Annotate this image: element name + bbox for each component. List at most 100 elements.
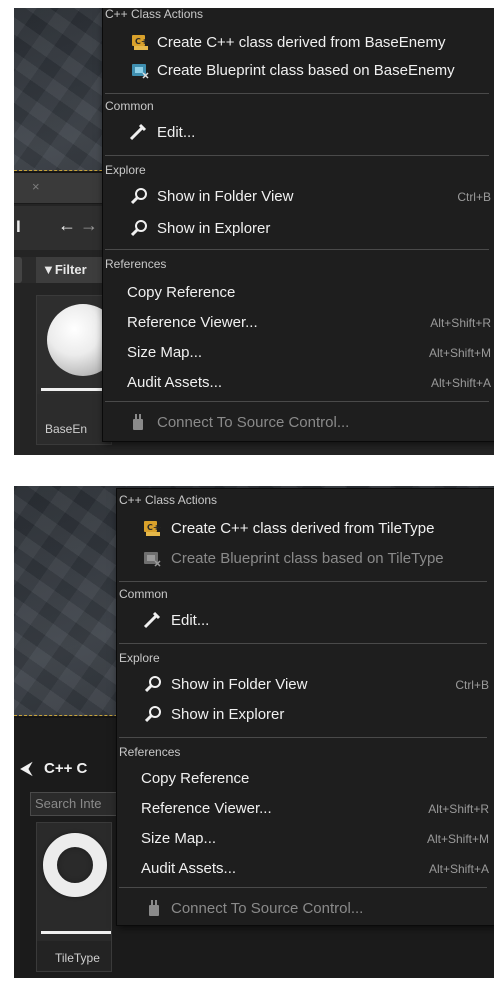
show-in-folder-view-shortcut: Ctrl+B: [455, 678, 489, 692]
reference-viewer-item[interactable]: Reference Viewer... Alt+Shift+R: [117, 797, 494, 821]
torus-thumbnail-icon: [43, 833, 107, 897]
screenshot-tile-type: ⮜ C++ C ‹ Search Inte TileType C++ Class…: [14, 486, 494, 978]
current-path[interactable]: C++ C: [44, 760, 87, 777]
show-in-explorer-item[interactable]: Show in Explorer: [117, 703, 494, 727]
show-in-folder-view-item[interactable]: Show in Folder View Ctrl+B: [117, 673, 494, 697]
size-map-shortcut: Alt+Shift+M: [426, 832, 489, 846]
connect-source-control-item[interactable]: Connect To Source Control...: [117, 897, 494, 921]
reference-viewer-shortcut: Alt+Shift+R: [428, 802, 489, 816]
audit-assets-label: Audit Assets...: [141, 860, 237, 877]
section-header-common: Common: [105, 99, 154, 113]
edit-item[interactable]: Edit...: [103, 121, 494, 145]
show-in-folder-view-item[interactable]: Show in Folder View Ctrl+B: [103, 185, 494, 209]
forward-arrow-icon[interactable]: →: [80, 215, 98, 236]
filter-bar-stub: [14, 257, 22, 283]
svg-text:C++: C++: [147, 523, 161, 532]
asset-type-bar: [41, 388, 111, 391]
cpp-class-icon: C++: [143, 519, 161, 537]
reference-viewer-label: Reference Viewer...: [141, 800, 272, 817]
create-cpp-class-item[interactable]: C++ Create C++ class derived from BaseEn…: [103, 31, 494, 55]
size-map-shortcut: Alt+Shift+M: [428, 346, 491, 360]
section-header-cpp: C++ Class Actions: [119, 493, 218, 507]
search-input[interactable]: Search Inte: [30, 792, 120, 816]
plug-icon: [129, 413, 147, 431]
edit-label: Edit...: [157, 124, 196, 141]
edit-icon: [129, 123, 147, 141]
menu-divider: [119, 643, 487, 644]
svg-text:C++: C++: [135, 37, 149, 46]
size-map-item[interactable]: Size Map... Alt+Shift+M: [117, 827, 494, 851]
section-header-explore: Explore: [119, 651, 160, 665]
audit-assets-item[interactable]: Audit Assets... Alt+Shift+A: [117, 857, 494, 881]
create-cpp-class-label: Create C++ class derived from TileType: [171, 520, 435, 537]
cpp-class-icon: C++: [131, 33, 149, 51]
reference-viewer-label: Reference Viewer...: [127, 314, 258, 331]
back-arrow-icon[interactable]: ←: [58, 215, 76, 236]
audit-assets-shortcut: Alt+Shift+A: [428, 862, 489, 876]
context-menu: C++ Class Actions C++ Create C++ class d…: [102, 8, 494, 442]
content-browser-toolbar: I ← →: [14, 206, 104, 250]
section-header-references: References: [105, 257, 167, 271]
context-menu: C++ Class Actions C++ Create C++ class d…: [116, 488, 494, 926]
menu-divider: [119, 887, 487, 888]
filter-bar: ▼Filter: [14, 257, 104, 283]
screenshot-base-enemy: × I ← → ▼Filter BaseEn C++ Class Actions…: [14, 8, 494, 455]
asset-type-bar: [41, 931, 111, 934]
show-in-explorer-label: Show in Explorer: [157, 220, 271, 237]
reference-viewer-item[interactable]: Reference Viewer... Alt+Shift+R: [103, 311, 494, 335]
plug-icon: [145, 899, 163, 917]
magnifier-icon: [145, 675, 163, 693]
section-header-explore: Explore: [105, 163, 146, 177]
menu-divider: [105, 401, 489, 402]
create-blueprint-class-label: Create Blueprint class based on BaseEnem…: [157, 62, 455, 79]
magnifier-icon: [131, 187, 149, 205]
menu-divider: [105, 155, 489, 156]
audit-assets-item[interactable]: Audit Assets... Alt+Shift+A: [103, 371, 494, 395]
connect-source-control-item[interactable]: Connect To Source Control...: [103, 411, 494, 435]
section-header-references: References: [119, 745, 181, 759]
asset-thumbnail: [37, 296, 119, 394]
blueprint-class-icon: [131, 61, 149, 79]
folder-arrow-icon[interactable]: ⮜: [20, 758, 33, 779]
size-map-label: Size Map...: [127, 344, 203, 361]
copy-reference-item[interactable]: Copy Reference: [103, 281, 494, 305]
section-header-cpp: C++ Class Actions: [105, 8, 204, 21]
reference-viewer-shortcut: Alt+Shift+R: [430, 316, 491, 330]
tab-close-icon[interactable]: ×: [32, 179, 40, 194]
asset-tile[interactable]: TileType: [36, 822, 112, 972]
size-map-label: Size Map...: [141, 830, 217, 847]
copy-reference-label: Copy Reference: [141, 770, 250, 787]
blueprint-class-icon: [143, 549, 161, 567]
edit-icon: [143, 611, 161, 629]
menu-divider: [105, 249, 489, 250]
create-cpp-class-item[interactable]: C++ Create C++ class derived from TileTy…: [117, 517, 494, 541]
asset-tile[interactable]: BaseEn: [36, 295, 119, 445]
size-map-item[interactable]: Size Map... Alt+Shift+M: [103, 341, 494, 365]
copy-reference-item[interactable]: Copy Reference: [117, 767, 494, 791]
edit-item[interactable]: Edit...: [117, 609, 494, 633]
magnifier-icon: [131, 219, 149, 237]
copy-reference-label: Copy Reference: [127, 284, 236, 301]
asset-thumbnail: [37, 823, 111, 941]
audit-assets-shortcut: Alt+Shift+A: [430, 376, 491, 390]
content-browser-toolbar: ⮜ C++ C: [14, 750, 114, 790]
create-cpp-class-label: Create C++ class derived from BaseEnemy: [157, 34, 446, 51]
create-blueprint-class-item[interactable]: Create Blueprint class based on TileType: [117, 547, 494, 571]
show-in-folder-view-label: Show in Folder View: [171, 676, 308, 693]
menu-divider: [119, 581, 487, 582]
magnifier-icon: [145, 705, 163, 723]
show-in-explorer-item[interactable]: Show in Explorer: [103, 217, 494, 241]
create-blueprint-class-item[interactable]: Create Blueprint class based on BaseEnem…: [103, 59, 494, 83]
menu-divider: [119, 737, 487, 738]
filters-button[interactable]: ▼Filter: [36, 257, 104, 283]
show-in-explorer-label: Show in Explorer: [171, 706, 285, 723]
section-header-common: Common: [119, 587, 168, 601]
asset-name: BaseEn: [45, 422, 88, 436]
edit-label: Edit...: [171, 612, 210, 629]
asset-name: TileType: [55, 951, 100, 965]
connect-source-control-label: Connect To Source Control...: [157, 414, 350, 431]
connect-source-control-label: Connect To Source Control...: [171, 900, 364, 917]
content-browser-tab[interactable]: ×: [14, 173, 104, 204]
audit-assets-label: Audit Assets...: [127, 374, 223, 391]
show-in-folder-view-label: Show in Folder View: [157, 188, 294, 205]
